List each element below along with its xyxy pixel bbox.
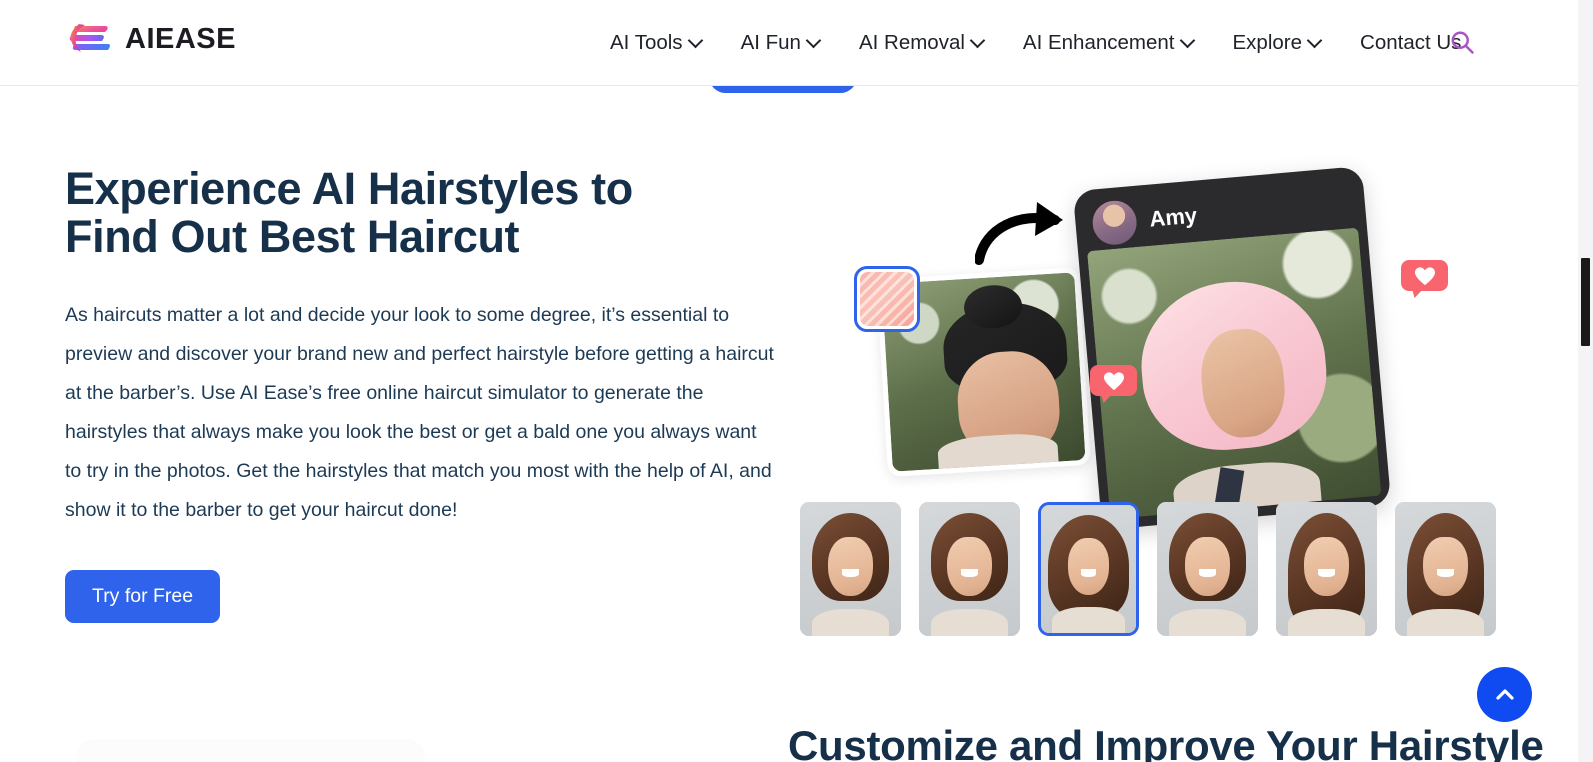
scrollbar-thumb[interactable] (1581, 258, 1590, 346)
avatar (1090, 198, 1139, 247)
hero-description: As haircuts matter a lot and decide your… (65, 304, 774, 522)
thumb-smile (1437, 569, 1454, 578)
heart-icon (1103, 371, 1124, 390)
thumb-body (931, 609, 1008, 636)
nav-item-explore[interactable]: Explore (1213, 0, 1341, 86)
thumb-face (1304, 536, 1349, 596)
chevron-up-icon (1495, 688, 1514, 700)
thumbnail-image (919, 502, 1020, 636)
brand-logo-link[interactable]: AIEASE (65, 18, 236, 60)
search-icon[interactable] (1448, 28, 1476, 56)
hero-text-column: Experience AI Hairstyles to Find Out Bes… (65, 163, 785, 624)
chevron-down-icon (1179, 32, 1195, 48)
hairstyle-thumbnail-6[interactable] (1395, 502, 1496, 636)
thumb-smile (1080, 569, 1097, 577)
thumbnail-image (1395, 502, 1496, 636)
pink-hair-color-swatch[interactable] (854, 266, 920, 332)
thumb-smile (1199, 569, 1216, 578)
thumb-face (1067, 538, 1110, 595)
heart-icon (1414, 266, 1435, 285)
thumb-face (1423, 536, 1468, 596)
swatch-fill (860, 272, 914, 326)
chevron-down-icon (805, 32, 822, 48)
phone-mockup: Amy (1072, 166, 1392, 530)
nav-item-ai-enhancement[interactable]: AI Enhancement (1003, 0, 1213, 86)
hairstyle-thumbnail-strip (800, 502, 1496, 636)
thumb-smile (842, 569, 859, 578)
thumb-body (1407, 609, 1484, 636)
try-for-free-button[interactable]: Try for Free (65, 570, 221, 624)
scrollbar-track[interactable] (1578, 0, 1593, 762)
site-header: AIEASE AI Tools AI Fun AI Removal AI Enh… (0, 0, 1593, 86)
hero-showcase-column: Amy (795, 150, 1525, 650)
scroll-to-top-button[interactable] (1477, 667, 1532, 722)
thumb-body (812, 609, 889, 636)
page-title: Experience AI Hairstyles to Find Out Bes… (65, 163, 633, 262)
nav-item-label: AI Tools (610, 30, 683, 54)
next-section-card-partial (78, 742, 423, 762)
badge-tail (1411, 285, 1427, 298)
heart-like-badge-right (1401, 260, 1448, 298)
thumbnail-image (1041, 505, 1136, 633)
thumb-body (1169, 609, 1246, 636)
hairstyle-thumbnail-2[interactable] (919, 502, 1020, 636)
thumbnail-image (800, 502, 901, 636)
main-navigation: AI Tools AI Fun AI Removal AI Enhancemen… (590, 0, 1481, 86)
thumb-body (1288, 609, 1365, 636)
curved-arrow-right-icon (975, 202, 1063, 265)
chevron-down-icon (1306, 32, 1323, 48)
nav-item-label: AI Removal (858, 30, 965, 54)
thumb-face (1185, 536, 1230, 596)
photo-shoulder (937, 431, 1060, 472)
nav-item-label: Explore (1232, 30, 1303, 54)
nav-item-ai-removal[interactable]: AI Removal (839, 0, 1003, 86)
hairstyle-thumbnail-1[interactable] (800, 502, 901, 636)
badge-tail (1100, 390, 1116, 403)
nav-item-ai-tools[interactable]: AI Tools (590, 0, 721, 86)
heart-like-badge-left (1090, 365, 1137, 403)
brand-name: AIEASE (125, 22, 236, 55)
thumb-smile (961, 569, 978, 578)
hairstyle-thumbnail-5[interactable] (1276, 502, 1377, 636)
nav-item-label: AI Fun (740, 30, 801, 54)
thumb-face (828, 536, 873, 596)
thumb-body (1052, 607, 1125, 633)
nav-item-label: AI Enhancement (1022, 30, 1175, 54)
thumb-smile (1318, 569, 1335, 578)
profile-name: Amy (1148, 202, 1199, 232)
aiease-gradient-e-logo-icon (69, 24, 110, 52)
hairstyle-thumbnail-3[interactable] (1038, 502, 1139, 636)
next-section-title: Customize and Improve Your Hairstyle (788, 722, 1544, 762)
thumbnail-image (1157, 502, 1258, 636)
page-root: AIEASE AI Tools AI Fun AI Removal AI Enh… (0, 0, 1593, 762)
nav-item-ai-fun[interactable]: AI Fun (721, 0, 839, 86)
thumb-face (947, 536, 992, 596)
nav-item-label: Contact Us (1360, 30, 1462, 54)
thumbnail-image (1276, 502, 1377, 636)
chevron-down-icon (969, 32, 986, 48)
hairstyle-thumbnail-4[interactable] (1157, 502, 1258, 636)
chevron-down-icon (687, 32, 703, 48)
